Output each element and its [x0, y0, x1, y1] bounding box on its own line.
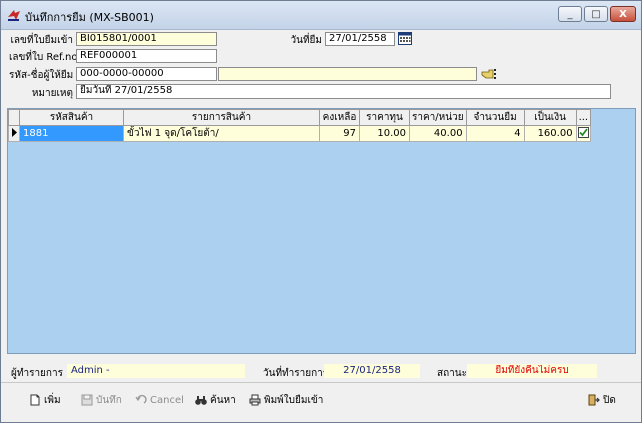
maximize-button[interactable]: □	[584, 6, 608, 22]
print-button-label: พิมพ์ใบยืมเข้า	[264, 394, 324, 406]
cell-check[interactable]	[575, 125, 592, 142]
col-header-cost[interactable]: ราคาทุน	[359, 109, 410, 126]
exit-door-icon	[588, 394, 600, 406]
state-label: สถานะ	[437, 368, 467, 379]
save-button-label: บันทึก	[96, 394, 122, 406]
window-title: บันทึกการยืม (MX-SB001)	[25, 11, 154, 24]
row-pointer-icon[interactable]	[8, 125, 20, 142]
search-button-label: ค้นหา	[210, 394, 236, 406]
calendar-icon[interactable]	[398, 31, 412, 45]
close-window-button[interactable]: X	[610, 6, 636, 22]
borrow-entry-window: บันทึกการยืม (MX-SB001) _ □ X เลขที่ใบยื…	[0, 0, 642, 423]
note-field[interactable]: ยืมวันที่ 27/01/2558	[76, 84, 611, 99]
checkmark-icon	[577, 126, 589, 138]
cell-qty[interactable]: 4	[465, 125, 525, 142]
save-disk-icon	[81, 394, 93, 406]
grid-header-row: รหัสสินค้า รายการสินค้า คงเหลือ ราคาทุน …	[8, 109, 592, 126]
maximize-icon: □	[591, 8, 601, 20]
minimize-button[interactable]: _	[558, 6, 582, 22]
cell-unit-price[interactable]: 40.00	[409, 125, 467, 142]
table-row[interactable]: 1881 ขั้วไฟ 1 จุด/โคโยต้า/ 97 10.00 40.0…	[8, 125, 592, 142]
user-field: Admin -	[67, 364, 245, 378]
date-label: วันที่ยืม	[290, 35, 323, 46]
col-header-more[interactable]: ...	[575, 109, 592, 126]
binoculars-icon	[195, 396, 207, 405]
col-header-unit-price[interactable]: ราคา/หน่วย	[409, 109, 467, 126]
search-button[interactable]: ค้นหา	[195, 392, 236, 408]
toolbar-divider	[1, 382, 641, 383]
txdate-label: วันที่ทำรายการ	[263, 368, 329, 379]
borrow-date-field[interactable]: 27/01/2558	[325, 32, 395, 46]
txdate-field: 27/01/2558	[324, 364, 420, 378]
printer-icon	[249, 394, 261, 406]
title-bar[interactable]: บันทึกการยืม (MX-SB001) _ □ X	[1, 1, 641, 30]
undo-icon	[135, 394, 147, 404]
doc-no-field[interactable]: BI015801/0001	[76, 32, 217, 46]
close-icon: X	[619, 8, 627, 20]
close-button-label: ปิด	[603, 394, 616, 406]
user-label: ผู้ทำรายการ	[11, 368, 63, 379]
lender-code-field[interactable]: 000-0000-00000	[76, 67, 217, 81]
col-header-name[interactable]: รายการสินค้า	[123, 109, 320, 126]
cell-stock[interactable]: 97	[319, 125, 360, 142]
note-label: หมายเหตุ	[31, 88, 73, 99]
cell-code[interactable]: 1881	[19, 125, 124, 142]
minimize-icon: _	[567, 8, 573, 20]
items-grid[interactable]: รหัสสินค้า รายการสินค้า คงเหลือ ราคาทุน …	[7, 108, 636, 354]
new-document-icon	[30, 394, 40, 406]
add-button-label: เพิ่ม	[44, 394, 61, 406]
lookup-hand-icon[interactable]	[481, 67, 497, 81]
save-button[interactable]: บันทึก	[81, 392, 122, 408]
cancel-button-label: Cancel	[150, 394, 184, 406]
ref-no-label: เลขที่ใบ Ref.no	[9, 52, 78, 63]
col-header-amount[interactable]: เป็นเงิน	[523, 109, 577, 126]
col-header-qty[interactable]: จำนวนยืม	[465, 109, 525, 126]
print-button[interactable]: พิมพ์ใบยืมเข้า	[249, 392, 323, 408]
col-header-code[interactable]: รหัสสินค้า	[19, 109, 124, 126]
app-logo-icon	[8, 10, 20, 21]
lender-label: รหัส-ชื่อผู้ให้ยืม	[9, 70, 74, 81]
col-header-stock[interactable]: คงเหลือ	[319, 109, 360, 126]
ref-no-field[interactable]: REF000001	[76, 49, 217, 63]
doc-no-label: เลขที่ใบยืมเข้า	[10, 35, 73, 46]
add-button[interactable]: เพิ่ม	[29, 392, 61, 408]
cancel-button[interactable]: Cancel	[135, 392, 184, 408]
cell-name[interactable]: ขั้วไฟ 1 จุด/โคโยต้า/	[123, 125, 320, 142]
items-table: รหัสสินค้า รายการสินค้า คงเหลือ ราคาทุน …	[8, 109, 592, 142]
row-header-corner	[8, 109, 20, 126]
close-button[interactable]: ปิด	[588, 392, 616, 408]
status-badge: ยืมที่ยังคืนไม่ครบ	[467, 364, 597, 378]
cell-cost[interactable]: 10.00	[359, 125, 410, 142]
lender-name-field[interactable]	[218, 67, 477, 81]
cell-amount[interactable]: 160.00	[523, 125, 577, 142]
